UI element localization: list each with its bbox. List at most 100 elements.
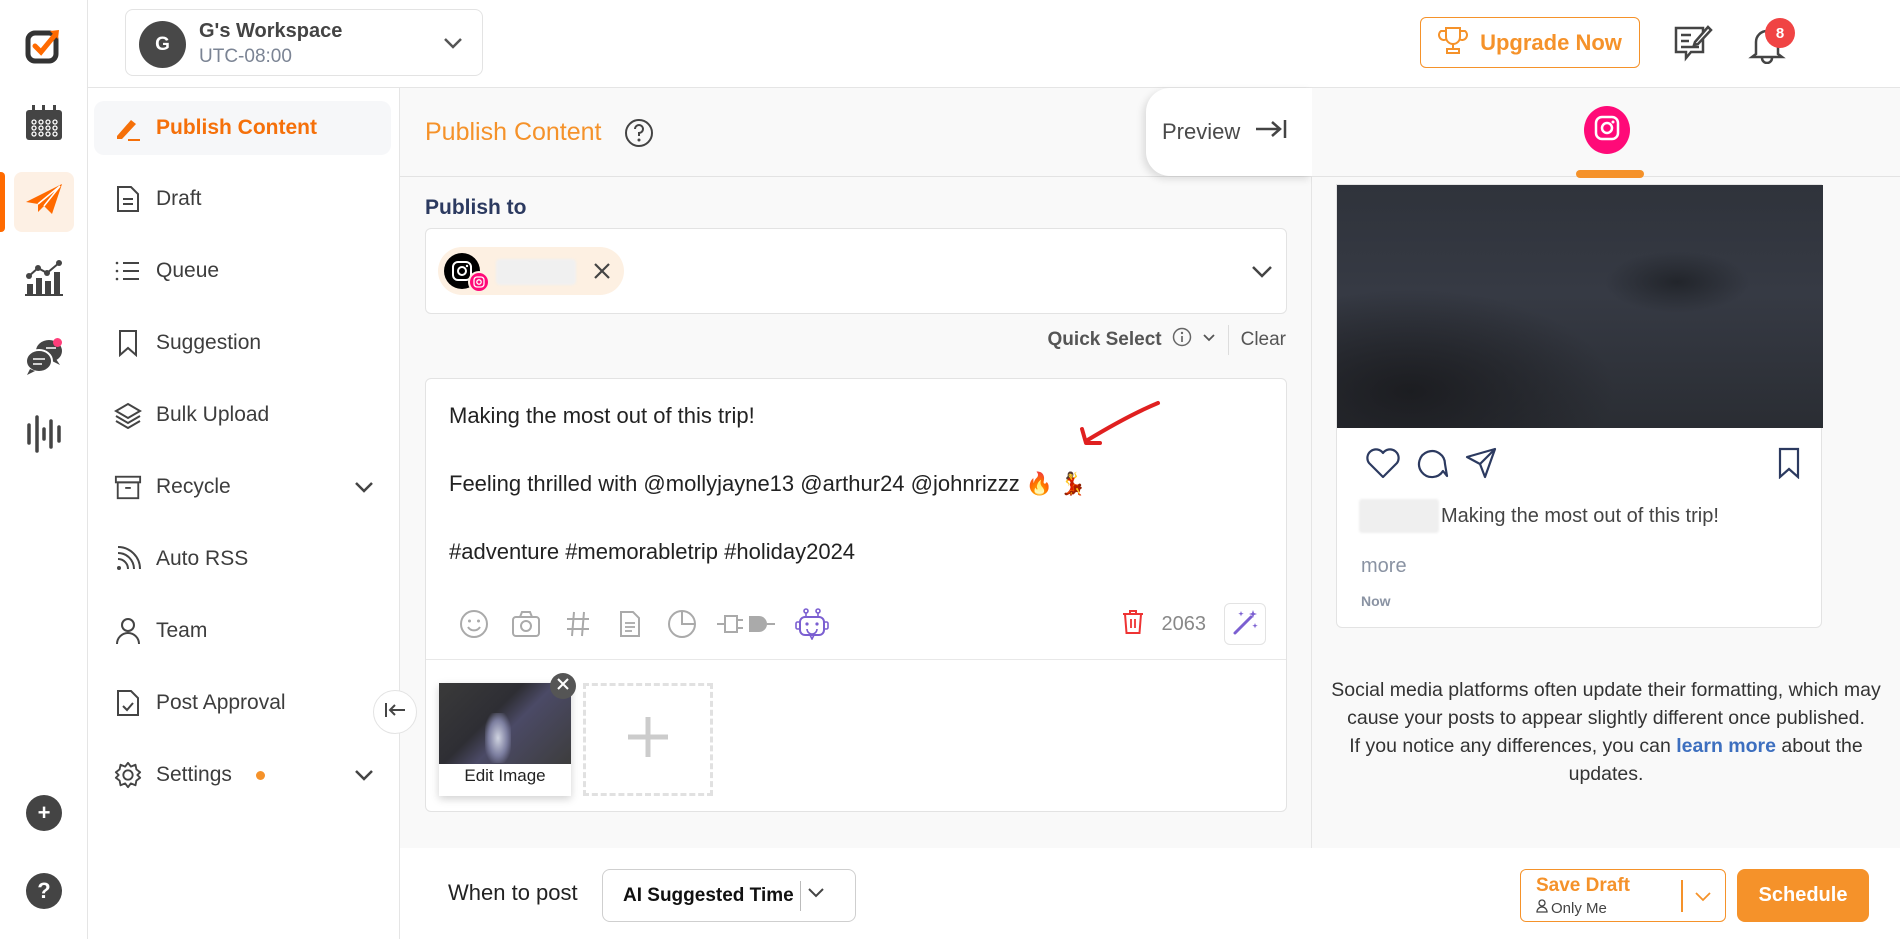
account-name-redacted [496, 259, 576, 285]
publish-to-label: Publish to [425, 196, 527, 219]
draft-visibility-label: Only Me [1551, 899, 1607, 917]
trophy-icon [1438, 25, 1469, 61]
sidebar-item-settings[interactable]: Settings [94, 748, 391, 802]
feedback-icon[interactable] [1673, 22, 1713, 67]
learn-more-link[interactable]: learn more [1676, 735, 1776, 757]
post-image [1337, 185, 1823, 428]
help-circle-icon[interactable] [624, 118, 654, 153]
plus-icon [626, 715, 670, 764]
sidebar-item-publish-content[interactable]: Publish Content [94, 101, 391, 155]
help-button[interactable]: ? [26, 873, 62, 909]
draft-visibility: Only Me [1536, 899, 1607, 917]
sidebar-item-suggestion[interactable]: Suggestion [94, 316, 391, 370]
edit-image-button[interactable]: Edit Image [439, 766, 571, 786]
rail-listening[interactable] [14, 406, 74, 466]
rss-icon [114, 545, 142, 573]
heart-icon[interactable] [1365, 447, 1401, 484]
user-icon [114, 617, 142, 645]
notification-badge: 8 [1765, 18, 1795, 48]
template-icon[interactable] [604, 604, 656, 644]
sidebar-item-bulk-upload[interactable]: Bulk Upload [94, 388, 391, 442]
username-redacted [1359, 499, 1439, 533]
editor-header: Publish Content Preview [400, 88, 1312, 177]
sidebar-item-label: Bulk Upload [156, 403, 270, 426]
workspace-switcher[interactable]: G G's Workspace UTC-08:00 [125, 9, 483, 76]
plus-icon: + [37, 800, 51, 825]
save-draft-button[interactable]: Save Draft Only Me [1520, 869, 1726, 922]
gear-icon [114, 761, 142, 789]
hashtag-icon[interactable] [552, 604, 604, 644]
preview-tab-instagram[interactable] [1584, 106, 1630, 154]
paper-plane-icon [24, 182, 64, 223]
rail-active-indicator [0, 172, 5, 232]
schedule-button[interactable]: Schedule [1737, 869, 1869, 922]
add-media-button[interactable] [583, 683, 713, 796]
camera-icon[interactable] [500, 604, 552, 644]
preview-toggle-button[interactable]: Preview [1146, 88, 1312, 176]
comment-icon[interactable] [1417, 447, 1449, 484]
account-selector[interactable] [425, 228, 1287, 314]
annotation-arrow [1074, 399, 1164, 454]
post-composer: Making the most out of this trip! Feelin… [425, 378, 1287, 812]
preview-panel: Making the most out of this trip! more N… [1312, 88, 1900, 848]
attached-image [439, 683, 571, 764]
add-button[interactable]: + [26, 795, 62, 831]
when-to-post-select[interactable]: AI Suggested Time [602, 869, 856, 922]
instagram-post-preview: Making the most out of this trip! more N… [1336, 184, 1823, 628]
sidebar: Publish Content Draft Queue Suggestion B… [88, 88, 400, 939]
sidebar-item-recycle[interactable]: Recycle [94, 460, 391, 514]
collapse-sidebar-button[interactable] [373, 690, 417, 734]
sidebar-item-label: Post Approval [156, 691, 286, 714]
instagram-icon [1593, 114, 1621, 147]
plug-icon[interactable] [708, 604, 786, 644]
top-header: G G's Workspace UTC-08:00 Upgrade Now 8 [88, 0, 1900, 88]
bookmark-icon[interactable] [1777, 447, 1801, 484]
more-link[interactable]: more [1361, 555, 1407, 578]
divider [799, 880, 801, 911]
workspace-avatar: G [139, 21, 186, 68]
close-icon [556, 677, 570, 696]
emoji-icon[interactable] [448, 604, 500, 644]
rail-inbox[interactable] [14, 328, 74, 388]
sidebar-item-label: Settings [156, 763, 232, 786]
media-thumbnail[interactable]: Edit Image [439, 683, 571, 796]
remove-media-button[interactable] [550, 673, 576, 699]
sidebar-item-team[interactable]: Team [94, 604, 391, 658]
rail-analytics[interactable] [14, 250, 74, 310]
formatting-note: Social media platforms often update thei… [1324, 676, 1888, 788]
workspace-timezone: UTC-08:00 [199, 46, 292, 67]
chevron-down-icon[interactable] [1693, 886, 1713, 911]
sound-wave-icon [26, 414, 62, 458]
pie-chart-icon[interactable] [656, 604, 708, 644]
archive-icon [114, 473, 142, 501]
sidebar-item-post-approval[interactable]: Post Approval [94, 676, 391, 730]
caption-text: Making the most out of this trip! [1441, 504, 1719, 527]
quick-select-dropdown[interactable]: Quick Select [1048, 327, 1216, 353]
selected-account-chip [438, 247, 624, 295]
collapse-left-icon [383, 700, 407, 725]
upgrade-button[interactable]: Upgrade Now [1420, 17, 1640, 68]
app-logo[interactable] [24, 25, 64, 65]
layers-icon [114, 401, 142, 429]
rail-calendar[interactable] [14, 95, 74, 155]
clear-button[interactable]: Clear [1241, 329, 1286, 351]
sidebar-item-auto-rss[interactable]: Auto RSS [94, 532, 391, 586]
preview-label: Preview [1162, 119, 1241, 144]
rail-publish[interactable] [14, 172, 74, 232]
when-to-post-value: AI Suggested Time [623, 884, 794, 906]
pencil-icon [114, 114, 142, 142]
share-icon[interactable] [1465, 447, 1497, 484]
instagram-icon [468, 271, 490, 293]
trash-icon[interactable] [1122, 609, 1144, 640]
quick-select-label: Quick Select [1047, 329, 1162, 350]
remove-account-icon[interactable] [590, 259, 614, 288]
settings-notification-dot [255, 770, 265, 780]
document-icon [114, 185, 142, 213]
sidebar-item-label: Auto RSS [156, 547, 249, 570]
ai-robot-icon[interactable] [786, 604, 838, 644]
ai-magic-wand-button[interactable] [1224, 603, 1266, 645]
icon-rail: + ? [0, 0, 88, 939]
sidebar-item-draft[interactable]: Draft [94, 172, 391, 226]
sidebar-item-label: Recycle [156, 475, 231, 498]
sidebar-item-queue[interactable]: Queue [94, 244, 391, 298]
